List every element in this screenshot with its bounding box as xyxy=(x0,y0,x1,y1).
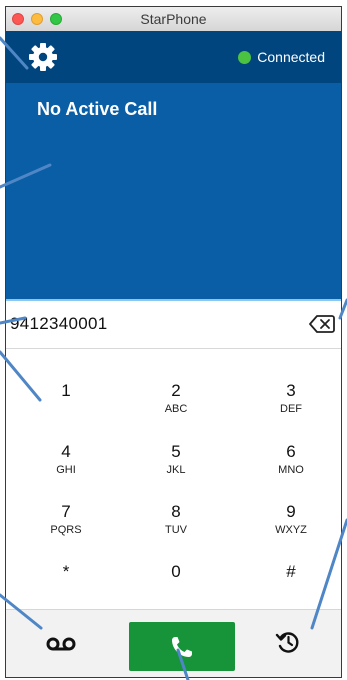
key-letters: ABC xyxy=(164,403,188,415)
key-digit: 0 xyxy=(171,562,181,581)
key-digit: 4 xyxy=(61,442,71,461)
key-letters: WXYZ xyxy=(275,524,307,536)
key-digit: 1 xyxy=(61,381,71,400)
key-digit: 8 xyxy=(171,502,181,521)
key-letters: TUV xyxy=(165,524,187,536)
key-digit: 6 xyxy=(286,442,296,461)
key-digit: 5 xyxy=(171,442,181,461)
key-letters: GHI xyxy=(56,464,76,476)
key-3[interactable]: 3 DEF xyxy=(251,382,331,416)
starphone-window: StarPhone Connected No Active Call 94123… xyxy=(5,6,342,678)
key-2[interactable]: 2 ABC xyxy=(136,382,216,416)
key-digit: 7 xyxy=(61,502,71,521)
bottom-action-bar xyxy=(6,609,341,677)
key-letters: DEF xyxy=(280,403,302,415)
gear-icon[interactable] xyxy=(28,42,58,72)
status-label: Connected xyxy=(257,49,325,65)
number-field[interactable]: 9412340001 xyxy=(6,299,341,349)
key-1[interactable]: 1 xyxy=(26,382,106,402)
voicemail-icon[interactable] xyxy=(46,634,76,654)
call-button[interactable] xyxy=(129,622,235,671)
app-header: Connected xyxy=(6,31,341,83)
key-digit: * xyxy=(62,562,70,581)
key-hash[interactable]: # xyxy=(251,563,331,581)
history-icon[interactable] xyxy=(275,629,301,655)
key-6[interactable]: 6 MNO xyxy=(251,443,331,477)
call-panel: No Active Call xyxy=(6,83,341,299)
key-letters: PQRS xyxy=(50,524,82,536)
key-letters: MNO xyxy=(278,464,304,476)
key-0[interactable]: 0 xyxy=(136,563,216,581)
key-digit: 2 xyxy=(171,381,181,400)
connection-status: Connected xyxy=(238,49,325,65)
key-letters: JKL xyxy=(166,464,186,476)
phone-icon xyxy=(172,637,192,657)
key-digit: # xyxy=(286,562,296,581)
backspace-icon[interactable] xyxy=(309,314,335,334)
call-status-title: No Active Call xyxy=(37,99,158,119)
key-9[interactable]: 9 WXYZ xyxy=(251,503,331,537)
window-title: StarPhone xyxy=(140,11,207,27)
key-5[interactable]: 5 JKL xyxy=(136,443,216,477)
key-8[interactable]: 8 TUV xyxy=(136,503,216,537)
key-7[interactable]: 7 PQRS xyxy=(26,503,106,537)
status-indicator-dot xyxy=(238,50,252,64)
title-bar: StarPhone xyxy=(6,7,341,32)
key-digit: 9 xyxy=(286,502,296,521)
dialed-number[interactable]: 9412340001 xyxy=(10,314,108,334)
key-star[interactable]: * xyxy=(26,563,106,581)
key-4[interactable]: 4 GHI xyxy=(26,443,106,477)
key-digit: 3 xyxy=(286,381,296,400)
